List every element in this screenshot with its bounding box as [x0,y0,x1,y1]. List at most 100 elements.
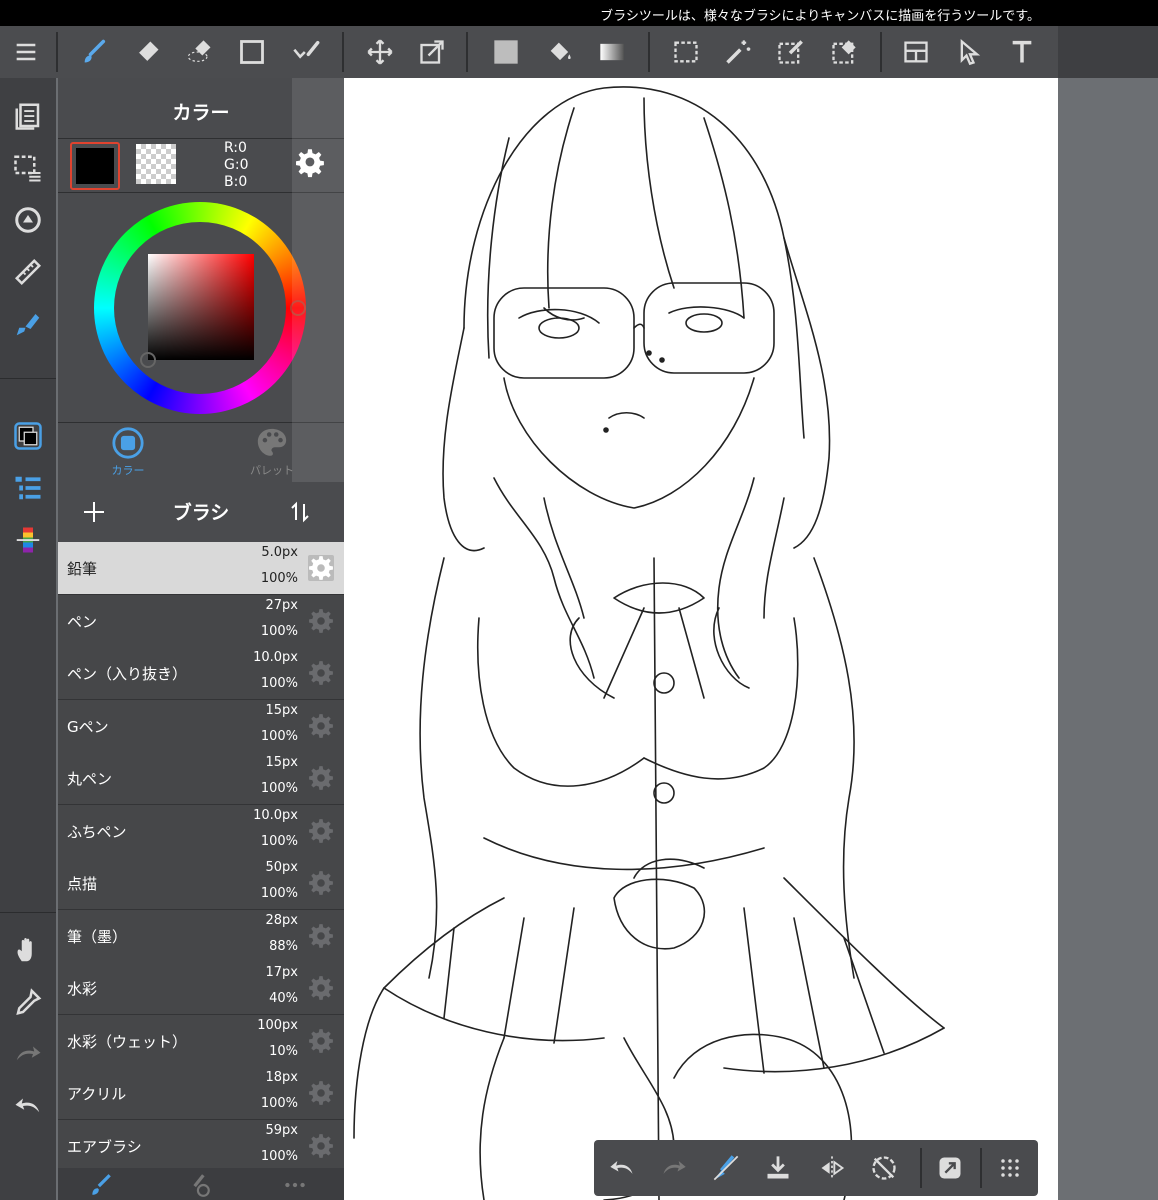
line-art [353,86,945,1200]
eyedropper-icon[interactable] [10,984,46,1020]
brush-settings-gear-icon[interactable] [308,870,334,896]
clear-icon[interactable] [710,1152,742,1184]
brush-name: ふちペン [67,822,127,841]
hand-icon[interactable] [10,932,46,968]
brush-settings-gear-icon[interactable] [308,555,334,581]
select-rect-icon[interactable] [668,34,704,70]
brush-settings-gear-icon[interactable] [308,818,334,844]
brush-item[interactable]: 水彩（ウェット） 100px 10% [58,1014,344,1068]
foreground-color-swatch[interactable] [70,142,120,190]
move-icon[interactable] [362,34,398,70]
brush-name: 筆（墨） [67,927,128,946]
brush-tab-icon[interactable] [88,1172,114,1198]
brush-name: アクリル [67,1085,127,1103]
brush-opacity: 88% [269,938,298,954]
brush-item[interactable]: エアブラシ 59px 100% [58,1119,344,1173]
grid-icon[interactable] [994,1152,1026,1184]
brush-size: 18px [265,1070,299,1085]
text-icon[interactable] [1004,34,1040,70]
brush-settings-gear-icon[interactable] [308,713,334,739]
brush-icon[interactable] [76,34,112,70]
brush-item[interactable]: 点描 50px 100% [58,857,344,910]
brush-panel-footer [58,1168,344,1200]
select-cursor-icon[interactable] [952,34,988,70]
lasso-eraser-icon[interactable] [182,34,218,70]
brush-opacity: 100% [260,676,298,691]
sv-knob[interactable] [140,352,156,368]
reset-rotation-icon[interactable] [868,1152,900,1184]
brush-name: ペン（入り抜き） [67,665,188,683]
magic-wand-icon[interactable] [720,34,756,70]
transform-icon[interactable] [414,34,450,70]
select-pen-icon[interactable] [772,34,808,70]
saturation-value-picker[interactable] [148,254,254,360]
color-bar-icon[interactable] [10,522,46,558]
selection-icon[interactable] [10,150,46,186]
brush-settings-gear-icon[interactable] [308,608,334,634]
more-icon[interactable] [282,1172,308,1198]
brush-item[interactable]: ふちペン 10.0px 100% [58,804,344,858]
brush-settings-icon[interactable] [186,1172,212,1198]
undo-icon[interactable] [10,1088,46,1124]
redo-icon[interactable] [658,1152,690,1184]
brush-item[interactable]: 水彩 17px 40% [58,962,344,1015]
share-icon[interactable] [934,1152,966,1184]
brush-name: 鉛筆 [67,560,98,578]
layout-icon[interactable] [898,34,934,70]
brush-settings-gear-icon[interactable] [308,1133,334,1159]
brush-list-icon[interactable] [10,470,46,506]
save-icon[interactable] [762,1152,794,1184]
brush-item[interactable]: 鉛筆 5.0px 100% [58,542,344,595]
rgb-r-value: R:0 [224,140,247,156]
brush-size: 10.0px [253,807,298,823]
brush-item[interactable]: 筆（墨） 28px 88% [58,909,344,963]
brush-item[interactable]: アクリル 18px 100% [58,1067,344,1120]
status-hint: ブラシツールは、様々なブラシによりキャンバスに描画を行うツールです。 [600,9,1040,24]
brush-opacity: 100% [260,571,298,586]
eraser-icon[interactable] [130,34,166,70]
ruler-icon[interactable] [10,254,46,290]
drawing-canvas[interactable] [344,78,1058,1200]
redo-icon[interactable] [10,1036,46,1072]
brush-settings-gear-icon[interactable] [308,975,334,1001]
tab-color[interactable]: カラー [68,426,188,478]
brush-opacity: 100% [260,1148,298,1164]
layers-icon[interactable] [10,98,46,134]
brush-opacity: 100% [260,781,298,796]
left-sidebar [0,78,56,1200]
brush-size: 15px [265,702,299,718]
check-brush-icon[interactable] [288,34,324,70]
flip-icon[interactable] [816,1152,848,1184]
brush-settings-gear-icon[interactable] [308,1028,334,1054]
bucket-icon[interactable] [542,34,578,70]
brush-settings-gear-icon[interactable] [308,660,334,686]
sort-icon[interactable] [288,500,312,524]
brush-item[interactable]: Gペン 15px 100% [58,699,344,753]
brush-name: 点描 [67,875,98,893]
brush-settings-gear-icon[interactable] [308,923,334,949]
brush-item[interactable]: ペン 27px 100% [58,594,344,648]
brush-size: 10.0px [253,650,298,665]
brush-settings-gear-icon[interactable] [308,1080,334,1106]
bottom-toolbar [594,1140,1038,1196]
tool-brush-icon[interactable] [10,306,46,342]
gradient-icon[interactable] [594,34,630,70]
menu-icon[interactable] [8,34,44,70]
brush-size: 50px [265,860,299,875]
brush-name: 水彩 [67,980,98,998]
fill-square-icon[interactable] [488,34,524,70]
brush-item[interactable]: 丸ペン 15px 100% [58,752,344,805]
brush-name: 丸ペン [67,770,113,788]
rgb-b-value: B:0 [224,174,248,190]
rotate-view-icon[interactable] [10,202,46,238]
rectangle-icon[interactable] [234,34,270,70]
transparent-color-swatch[interactable] [136,144,176,184]
brush-size: 27px [265,597,299,613]
select-eraser-icon[interactable] [826,34,862,70]
tab-color-label: カラー [111,464,145,477]
brush-settings-gear-icon[interactable] [308,765,334,791]
undo-icon[interactable] [606,1152,638,1184]
brush-item[interactable]: ペン（入り抜き） 10.0px 100% [58,647,344,700]
color-icon[interactable] [10,418,46,454]
brush-size: 100px [257,1017,298,1033]
